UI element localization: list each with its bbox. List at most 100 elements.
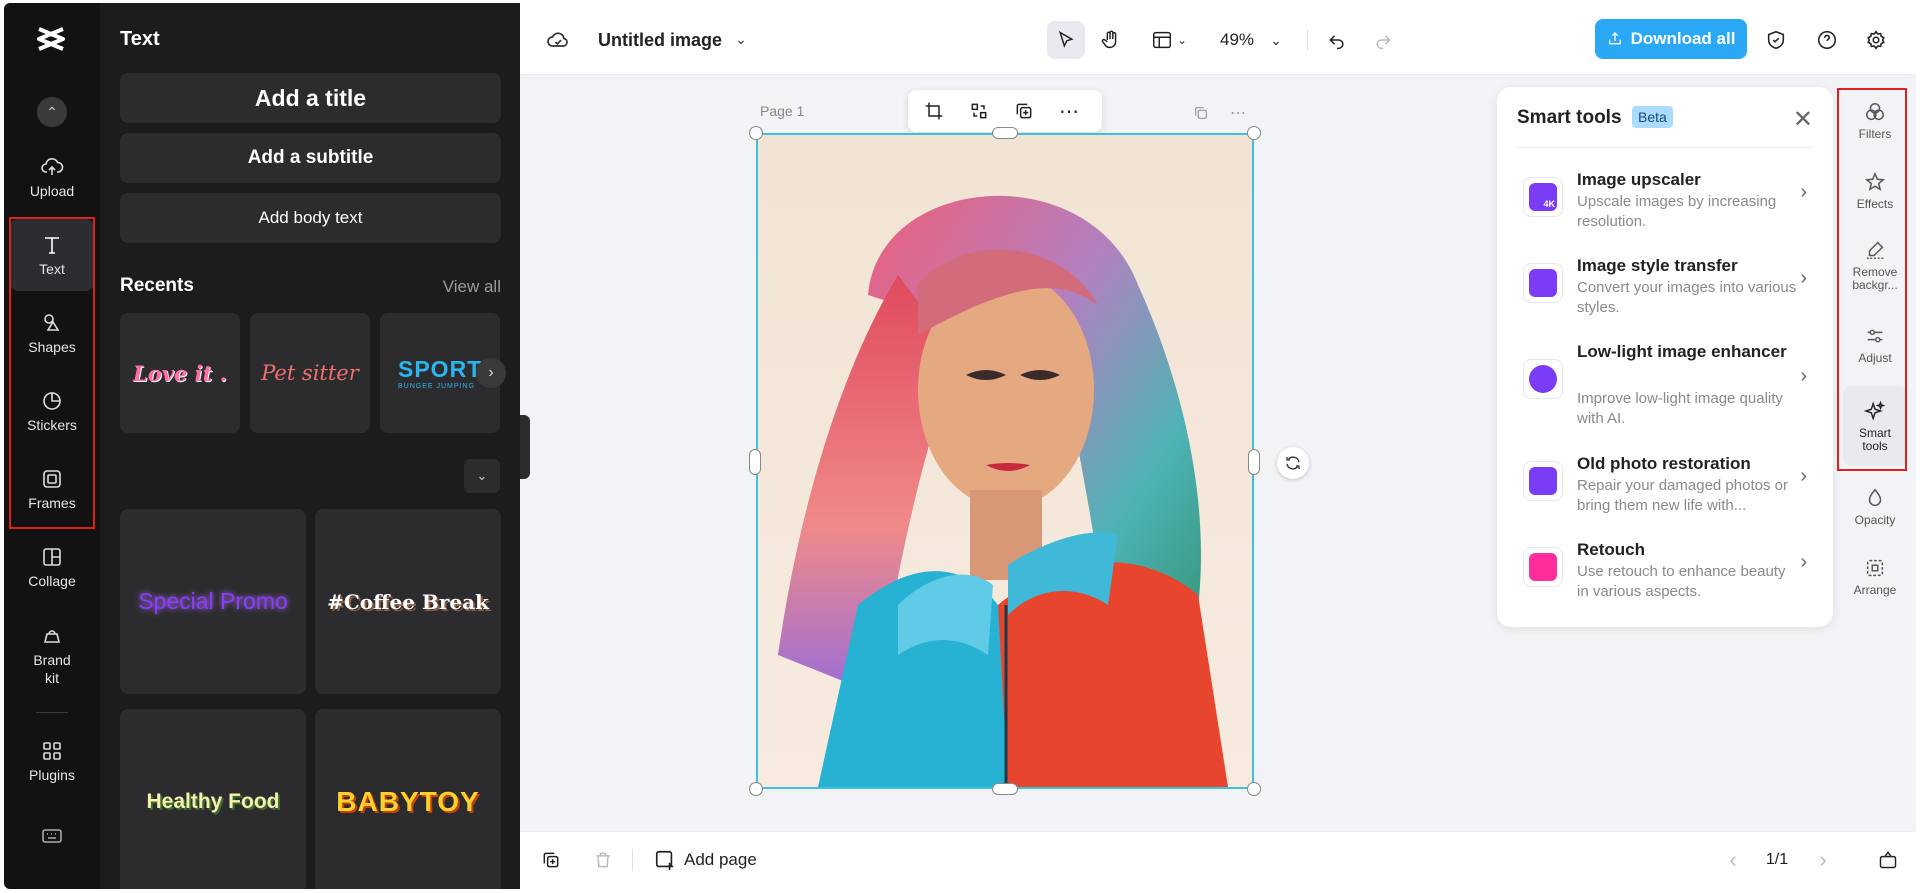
resize-handle-e[interactable] <box>1248 449 1260 475</box>
crop-button[interactable] <box>922 99 946 123</box>
next-page-button[interactable]: › <box>1810 847 1836 873</box>
template-special-promo[interactable]: Special Promo <box>120 509 306 694</box>
redo-icon <box>1376 35 1391 50</box>
effects-label: Effects <box>1856 197 1894 211</box>
zoom-level[interactable]: 49% <box>1212 23 1262 57</box>
cloud-sync-icon[interactable] <box>545 27 571 53</box>
template-special-promo-label: Special Promo <box>138 588 288 614</box>
smart-tool-low-light-enhancer[interactable]: Low-light image enhancer Improve low-lig… <box>1517 339 1813 431</box>
rail-item-frames[interactable]: Frames <box>10 453 94 525</box>
delete-page-button[interactable] <box>590 847 616 873</box>
layout-icon <box>1152 31 1171 49</box>
resize-handle-nw[interactable] <box>749 126 763 140</box>
resize-handle-ne[interactable] <box>1247 126 1261 140</box>
template-babytoy-label: BABYTOY <box>336 785 480 817</box>
undo-icon <box>1329 35 1344 50</box>
template-babytoy[interactable]: BABYTOY <box>315 709 501 889</box>
undo-button[interactable] <box>1320 23 1354 57</box>
smart-tools-title: Smart tools <box>1517 107 1622 128</box>
pages-panel-button[interactable] <box>1875 847 1901 873</box>
smart-tool-old-photo-restoration[interactable]: Old photo restoration Repair your damage… <box>1517 451 1813 521</box>
cursor-icon <box>1058 30 1074 48</box>
keyboard-icon <box>42 829 62 843</box>
zoom-dropdown-icon[interactable]: ⌄ <box>1266 23 1286 57</box>
resize-handle-se[interactable] <box>1247 782 1261 796</box>
remove-background-button[interactable]: Remove backgr... <box>1843 227 1907 303</box>
template-coffee-break[interactable]: #Coffee Break <box>315 509 501 694</box>
select-tool-button[interactable] <box>1047 21 1085 59</box>
expand-recents-button[interactable]: ⌄ <box>464 459 500 493</box>
rail-item-collage[interactable]: Collage <box>10 531 94 603</box>
duplicate-page-icon[interactable] <box>1189 101 1213 125</box>
resize-handle-w[interactable] <box>749 449 761 475</box>
keyboard-shortcuts-button[interactable] <box>10 813 94 863</box>
page-counter: 1/1 <box>1765 851 1789 868</box>
gear-icon <box>1867 30 1885 50</box>
view-all-link[interactable]: View all <box>443 277 501 297</box>
title-dropdown-icon[interactable]: ⌄ <box>731 27 751 51</box>
duplicate-button[interactable] <box>1012 99 1036 123</box>
rail-label-text: Text <box>39 261 65 277</box>
smart-tool-style-transfer[interactable]: Image style transfer Convert your images… <box>1517 253 1813 323</box>
security-button[interactable] <box>1761 25 1791 55</box>
trash-icon <box>596 852 610 868</box>
plugins-icon <box>43 742 61 760</box>
prev-page-button[interactable]: ‹ <box>1720 847 1746 873</box>
document-title[interactable]: Untitled image <box>598 30 722 51</box>
close-smart-tools-button[interactable]: ✕ <box>1793 105 1813 134</box>
add-title-button[interactable]: Add a title <box>120 73 501 123</box>
resize-handle-sw[interactable] <box>749 782 763 796</box>
recents-next-button[interactable]: › <box>476 358 506 388</box>
template-healthy-food[interactable]: Healthy Food <box>120 709 306 889</box>
replace-button[interactable] <box>967 99 991 123</box>
add-subtitle-button[interactable]: Add a subtitle <box>120 133 501 183</box>
help-button[interactable] <box>1812 25 1842 55</box>
collapse-rail-button[interactable]: ⌃ <box>37 97 67 127</box>
rail-item-text[interactable]: Text <box>10 219 94 291</box>
hand-tool-button[interactable] <box>1092 21 1130 59</box>
rail-label-plugins: Plugins <box>29 767 75 783</box>
rotate-icon <box>1286 456 1300 470</box>
arrange-button[interactable]: Arrange <box>1843 543 1907 611</box>
add-page-button[interactable]: Add page <box>654 845 779 875</box>
rail-item-plugins[interactable]: Plugins <box>10 725 94 797</box>
download-all-button[interactable]: Download all <box>1595 19 1747 59</box>
resize-handle-n[interactable] <box>992 127 1018 139</box>
export-icon <box>1608 32 1621 45</box>
tool-desc: Improve low-light image quality with AI. <box>1577 390 1783 427</box>
page-label: Page 1 <box>760 103 805 119</box>
redo-button[interactable] <box>1366 23 1400 57</box>
recent-text-love-it[interactable]: Love it . <box>120 313 240 433</box>
adjust-button[interactable]: Adjust <box>1843 311 1907 379</box>
portrait-illustration <box>758 135 1252 787</box>
collage-icon <box>43 548 61 566</box>
left-rail: ⌃ Upload Text Shapes Stickers Frames Col… <box>4 3 100 889</box>
settings-button[interactable] <box>1861 25 1891 55</box>
rail-item-brand-kit[interactable]: Brand kit <box>10 615 94 695</box>
more-options-icon[interactable]: ⋯ <box>1057 99 1081 123</box>
effects-button[interactable]: Effects <box>1843 157 1907 225</box>
canvas-image[interactable] <box>756 133 1254 789</box>
smart-tools-button[interactable]: Smart tools <box>1843 386 1907 466</box>
rotate-handle[interactable] <box>1277 447 1309 479</box>
crop-icon <box>925 102 943 120</box>
rail-item-stickers[interactable]: Stickers <box>10 375 94 447</box>
smart-tool-retouch[interactable]: Retouch Use retouch to enhance beauty in… <box>1517 537 1813 607</box>
tool-title: Retouch <box>1577 540 1645 559</box>
resize-handle-s[interactable] <box>992 783 1018 795</box>
recent-text-pet-sitter[interactable]: Pet sitter <box>250 313 370 433</box>
layout-menu-button[interactable]: ⌄ <box>1144 21 1194 59</box>
add-body-text-button[interactable]: Add body text <box>120 193 501 243</box>
rail-item-shapes[interactable]: Shapes <box>10 297 94 369</box>
smart-tool-image-upscaler[interactable]: 4K Image upscaler Upscale images by incr… <box>1517 167 1813 237</box>
duplicate-page-button[interactable] <box>538 847 564 873</box>
tool-title: Low-light image enhancer <box>1577 342 1787 361</box>
page-more-icon[interactable]: ⋯ <box>1226 101 1250 125</box>
filters-button[interactable]: Filters <box>1843 87 1907 155</box>
opacity-button[interactable]: Opacity <box>1843 473 1907 541</box>
capcut-logo[interactable] <box>33 25 69 55</box>
filters-icon <box>1866 103 1884 121</box>
rail-item-upload[interactable]: Upload <box>10 141 94 213</box>
eraser-icon <box>1866 241 1884 259</box>
upload-cloud-icon <box>41 158 64 175</box>
